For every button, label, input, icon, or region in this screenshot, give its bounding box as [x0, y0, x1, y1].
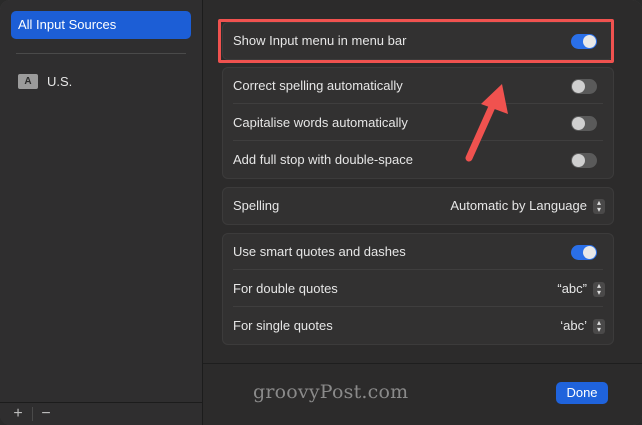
double-quotes-value: “abc”	[557, 281, 587, 296]
sidebar-item-label: U.S.	[47, 73, 73, 89]
row-divider	[233, 103, 603, 104]
toggle-knob	[572, 154, 585, 167]
sidebar-item-us[interactable]: A U.S.	[18, 71, 72, 91]
row-divider	[233, 306, 603, 307]
capitalise-words-row: Capitalise words automatically	[223, 105, 613, 141]
spelling-popup[interactable]: Automatic by Language ▴ ▾	[450, 188, 605, 224]
add-source-button[interactable]: +	[6, 404, 30, 424]
sidebar-divider	[16, 53, 186, 54]
spelling-row: Spelling Automatic by Language ▴ ▾	[223, 188, 613, 224]
single-quotes-label: For single quotes	[233, 318, 333, 333]
smart-quotes-label: Use smart quotes and dashes	[233, 244, 406, 259]
highlight-box	[218, 19, 614, 63]
button-divider	[32, 407, 33, 421]
quotes-group: Use smart quotes and dashes For double q…	[222, 233, 614, 345]
keyboard-layout-icon: A	[18, 73, 38, 89]
spelling-group: Spelling Automatic by Language ▴ ▾	[222, 187, 614, 225]
arrow-annotation-icon	[465, 84, 508, 162]
capitalise-words-toggle[interactable]	[571, 116, 597, 131]
full-stop-toggle[interactable]	[571, 153, 597, 168]
full-stop-row: Add full stop with double-space	[223, 142, 613, 178]
done-button[interactable]: Done	[556, 382, 608, 404]
toggle-knob	[572, 117, 585, 130]
double-quotes-popup[interactable]: “abc” ▴ ▾	[557, 271, 605, 307]
remove-source-button[interactable]: −	[34, 404, 58, 424]
toggle-knob	[572, 80, 585, 93]
text-correction-group: Correct spelling automatically Capitalis…	[222, 67, 614, 179]
chevron-up-down-icon: ▴ ▾	[593, 318, 605, 334]
sidebar-item-all-input-sources[interactable]: All Input Sources	[11, 11, 191, 39]
sidebar: All Input Sources A U.S. + −	[0, 0, 203, 425]
correct-spelling-toggle[interactable]	[571, 79, 597, 94]
chevron-up-down-icon: ▴ ▾	[593, 281, 605, 297]
sidebar-bottom-bar: + −	[0, 402, 202, 425]
single-quotes-row: For single quotes ‘abc’ ▴ ▾	[223, 308, 613, 344]
correct-spelling-label: Correct spelling automatically	[233, 78, 403, 93]
toggle-knob	[583, 246, 596, 259]
single-quotes-value: ‘abc’	[560, 318, 587, 333]
footer-divider	[203, 363, 642, 364]
row-divider	[233, 269, 603, 270]
full-stop-label: Add full stop with double-space	[233, 152, 413, 167]
double-quotes-row: For double quotes “abc” ▴ ▾	[223, 271, 613, 307]
settings-pane: Show Input menu in menu bar Correct spel…	[203, 0, 642, 425]
double-quotes-label: For double quotes	[233, 281, 338, 296]
watermark: groovyPost.com	[253, 381, 409, 403]
capitalise-words-label: Capitalise words automatically	[233, 115, 408, 130]
chevron-up-down-icon: ▴ ▾	[593, 198, 605, 214]
spelling-value: Automatic by Language	[450, 198, 587, 213]
smart-quotes-row: Use smart quotes and dashes	[223, 234, 613, 270]
input-sources-window: All Input Sources A U.S. + − Show Input …	[0, 0, 642, 425]
smart-quotes-toggle[interactable]	[571, 245, 597, 260]
spelling-label: Spelling	[233, 198, 280, 213]
single-quotes-popup[interactable]: ‘abc’ ▴ ▾	[560, 308, 605, 344]
correct-spelling-row: Correct spelling automatically	[223, 68, 613, 104]
row-divider	[233, 140, 603, 141]
